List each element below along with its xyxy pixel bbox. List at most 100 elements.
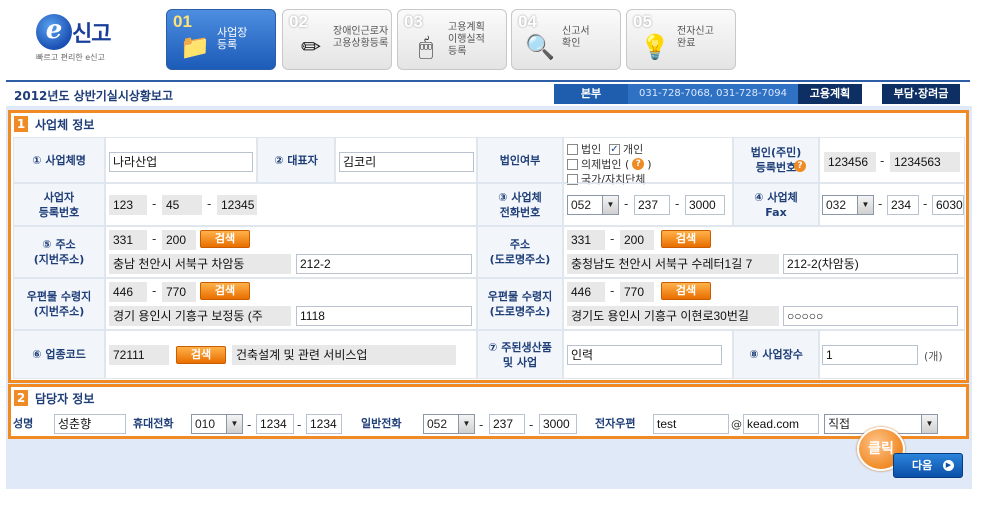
- employment-plan-tab[interactable]: 고용계획: [798, 84, 862, 104]
- section-title: 사업체 정보: [35, 118, 95, 132]
- section-title: 담당자 정보: [35, 392, 95, 406]
- individual-checkbox[interactable]: ✓ 개인: [609, 141, 643, 157]
- road-address-search-button[interactable]: 검색: [661, 230, 711, 248]
- deemed-option-label: 의제법인 (: [581, 158, 630, 171]
- email-id-input[interactable]: test: [653, 414, 729, 434]
- mail-road-detail-input[interactable]: ○○○○○: [783, 306, 958, 326]
- dash: -: [297, 418, 302, 432]
- phone-last-input[interactable]: 3000: [685, 195, 725, 215]
- corp-reg-cell: 123456 - 1234563: [819, 137, 965, 183]
- road-address-detail-input[interactable]: 212-2(차암동): [783, 254, 958, 274]
- step-number: 01: [173, 12, 192, 31]
- mobile-last-input[interactable]: 1234: [306, 414, 342, 434]
- jibun-address-detail-input[interactable]: 212-2: [296, 254, 472, 274]
- mail-jibun-detail-input[interactable]: 1118: [296, 306, 472, 326]
- step-label: 전자신고 완료: [677, 26, 714, 49]
- mail-jibun-label: 우편물 수령지 (지번주소): [13, 278, 105, 330]
- mail-road-search-button[interactable]: 검색: [661, 282, 711, 300]
- tel-area-select[interactable]: 052 ▼: [423, 414, 475, 434]
- dash: -: [880, 154, 885, 168]
- dash: -: [152, 197, 157, 211]
- dash: -: [152, 232, 157, 246]
- email-domain-input[interactable]: kead.com: [743, 414, 819, 434]
- dash: -: [529, 418, 534, 432]
- industry-code-cell: 72111 검색 건축설계 및 관련 서비스업: [105, 330, 477, 379]
- biz-reg-first: 123: [109, 195, 147, 215]
- chevron-down-icon: ▼: [857, 196, 873, 214]
- deemed-option-close: ): [647, 157, 652, 171]
- chevron-down-icon: ▼: [602, 196, 618, 214]
- corp-reg-first: 123456: [824, 152, 876, 172]
- contact-name-input[interactable]: 성춘향: [54, 414, 126, 434]
- dash: -: [675, 197, 680, 211]
- site-count-unit: (개): [924, 350, 943, 363]
- lightbulb-icon: 💡: [640, 33, 670, 61]
- step-4-report-confirm[interactable]: 04 🔍 신고서 확인: [511, 9, 621, 70]
- dash: -: [207, 197, 212, 211]
- help-icon[interactable]: ?: [632, 158, 645, 170]
- ceo-label: ② 대표자: [257, 137, 335, 183]
- site-count-input[interactable]: 1: [822, 345, 918, 365]
- levy-subsidy-tab[interactable]: 부담·장려금: [882, 84, 960, 104]
- site-count-cell: 1 (개): [819, 330, 965, 379]
- main-product-input[interactable]: 인력: [567, 345, 722, 365]
- jibun-address-label: ⑤ 주소 (지번주소): [13, 226, 105, 278]
- next-button-label: 다음: [912, 459, 933, 472]
- step-5-e-report-complete[interactable]: 05 💡 전자신고 완료: [626, 9, 736, 70]
- mail-road-zip-second: 770: [620, 282, 654, 302]
- fax-area-select[interactable]: 032 ▼: [822, 195, 874, 215]
- step-label: 사업장 등록: [217, 26, 248, 51]
- section-number: 1: [14, 116, 28, 132]
- step-3-employment-plan[interactable]: 03 🖱 고용계획 이행실적 등록: [397, 9, 507, 70]
- phone-area-select[interactable]: 052 ▼: [567, 195, 619, 215]
- help-icon[interactable]: ?: [794, 160, 806, 172]
- mail-road-cell: 446 - 770 검색 경기도 용인시 기흥구 이현로30번길 ○○○○○: [563, 278, 965, 330]
- individual-option-label: 개인: [623, 143, 644, 156]
- step-1-business-register[interactable]: 01 📁 사업장 등록: [166, 9, 276, 70]
- step-2-disabled-employment[interactable]: 02 ✏ 장애인근로자 고용상황등록: [282, 9, 392, 70]
- tel-middle-input[interactable]: 237: [489, 414, 525, 434]
- play-icon: ▶: [943, 460, 954, 471]
- deemed-corp-checkbox[interactable]: 의제법인 (?): [567, 156, 652, 172]
- biz-reg-cell: 123 - 45 - 12345: [105, 183, 477, 226]
- corp-type-label: 법인여부: [477, 137, 563, 183]
- email-label: 전자우편: [595, 417, 636, 430]
- industry-search-button[interactable]: 검색: [176, 346, 226, 364]
- mobile-middle-input[interactable]: 1234: [256, 414, 294, 434]
- mail-jibun-search-button[interactable]: 검색: [200, 282, 250, 300]
- dash: -: [610, 284, 615, 298]
- biz-reg-second: 45: [162, 195, 202, 215]
- contact-row: 성명 성춘향 휴대전화 010 ▼ - 1234 - 1234 일반전화 052 ▼…: [13, 412, 965, 435]
- contact-name-label: 성명: [13, 417, 34, 430]
- jibun-address-search-button[interactable]: 검색: [200, 230, 250, 248]
- tel-area-value: 052: [427, 417, 448, 431]
- next-button[interactable]: 다음 ▶: [893, 453, 963, 478]
- dash: -: [878, 197, 883, 211]
- section-header: 1 사업체 정보: [11, 113, 966, 135]
- corp-reg-label: 법인(주민) 등록번호?: [733, 137, 819, 183]
- jibun-zip-first: 331: [109, 230, 147, 250]
- dash: -: [152, 284, 157, 298]
- pencil-icon: ✏: [300, 33, 322, 61]
- contact-person-section: 2 담당자 정보 성명 성춘향 휴대전화 010 ▼ - 1234 - 1234 …: [8, 384, 969, 439]
- page-title: 2012년도 상반기실시상황보고: [14, 89, 174, 103]
- email-select-value: 직접: [828, 417, 851, 431]
- dash: -: [610, 232, 615, 246]
- tel-last-input[interactable]: 3000: [539, 414, 577, 434]
- fax-middle-input[interactable]: 234: [887, 195, 919, 215]
- ceo-input[interactable]: 김코리: [339, 152, 474, 172]
- industry-code-value: 72111: [109, 345, 169, 365]
- mobile-prefix-select[interactable]: 010 ▼: [191, 414, 243, 434]
- mail-road-label: 우편물 수령지 (도로명주소): [477, 278, 563, 330]
- industry-name-value: 건축설계 및 관련 서비스업: [232, 345, 456, 365]
- company-name-input[interactable]: 나라산업: [109, 152, 253, 172]
- step-number: 04: [518, 12, 537, 31]
- mail-jibun-main: 경기 용인시 기흥구 보정동 (주: [109, 306, 291, 326]
- logo-text: 신고: [72, 22, 111, 47]
- dash: -: [624, 197, 629, 211]
- corp-checkbox[interactable]: 법인: [567, 141, 601, 157]
- fax-last-input[interactable]: 6030: [932, 195, 964, 215]
- chevron-down-icon: ▼: [458, 415, 474, 433]
- phone-middle-input[interactable]: 237: [634, 195, 670, 215]
- ceo-cell: 김코리: [335, 137, 477, 183]
